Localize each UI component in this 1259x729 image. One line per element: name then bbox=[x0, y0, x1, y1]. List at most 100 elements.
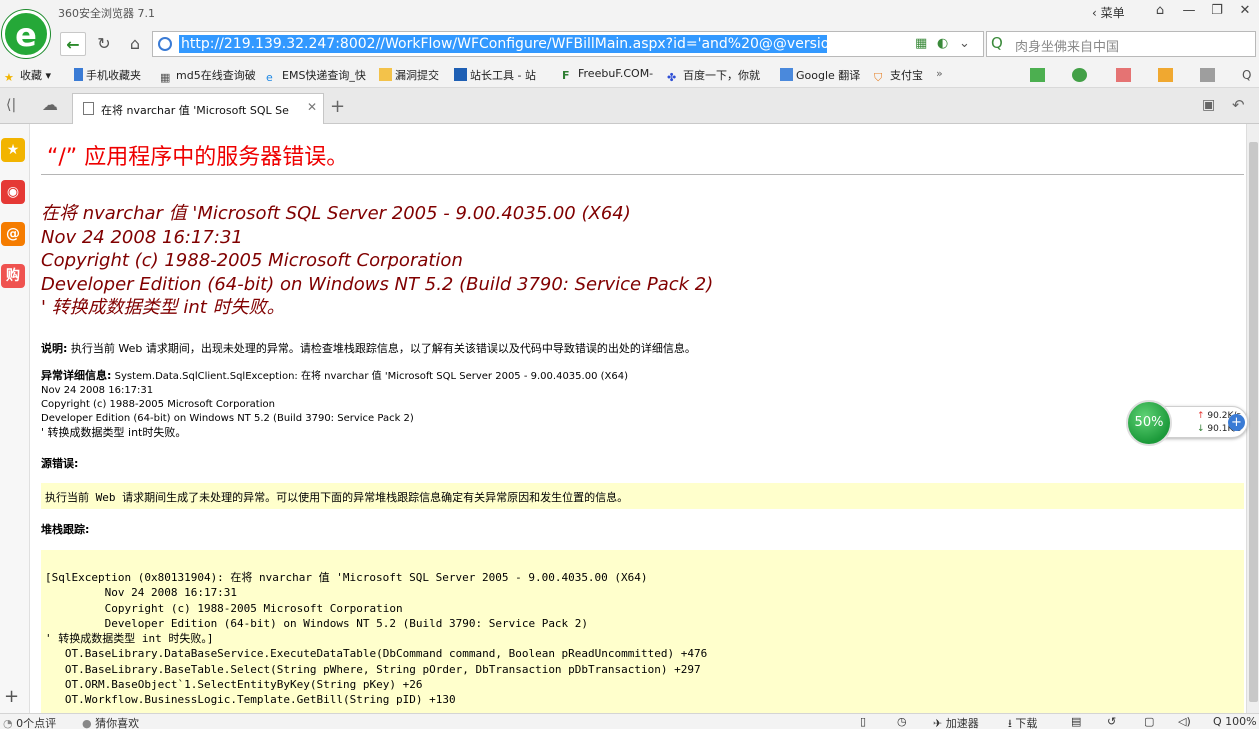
download-arrow-icon: ↓ bbox=[1197, 424, 1205, 434]
bookmark-baidu[interactable]: ✤ 百度一下，你就 bbox=[667, 67, 760, 84]
exception-message: 在将 nvarchar 值 'Microsoft SQL Server 2005… bbox=[41, 202, 713, 320]
bookmark-mobile[interactable]: 手机收藏夹 bbox=[74, 67, 141, 83]
exception-details-line: ' 转换成数据类型 int时失败。 bbox=[41, 426, 187, 439]
tab-close-icon[interactable]: ✕ bbox=[307, 100, 317, 114]
minimize-icon[interactable]: — bbox=[1175, 0, 1203, 22]
stack-trace-box: [SqlException (0x80131904): 在将 nvarchar … bbox=[41, 550, 1244, 713]
stack-trace-line: Copyright (c) 1988-2005 Microsoft Corpor… bbox=[45, 601, 403, 615]
stack-trace-line: ' 转换成数据类型 int 时失败。] bbox=[45, 632, 214, 646]
search-field[interactable]: Q 肉身坐佛来自中国 bbox=[986, 31, 1256, 57]
translate-tool-icon[interactable] bbox=[1116, 68, 1131, 82]
download-icon: ⭳ bbox=[1008, 717, 1012, 729]
zoom-control[interactable]: Q 100% bbox=[1213, 715, 1257, 728]
bookmark-ems[interactable]: e EMS快递查询_快 bbox=[266, 67, 366, 84]
freebuf-icon: F bbox=[562, 69, 570, 82]
translate-icon bbox=[780, 68, 793, 81]
stack-trace-line: Developer Edition (64-bit) on Windows NT… bbox=[45, 616, 589, 630]
email-icon[interactable]: @ bbox=[1, 222, 25, 246]
accelerator-button[interactable]: ✈ 加速器 bbox=[933, 715, 979, 729]
exception-line: Nov 24 2008 16:17:31 bbox=[41, 226, 243, 248]
cloud-icon[interactable]: ☁ bbox=[42, 95, 58, 114]
exception-details-line: Developer Edition (64-bit) on Windows NT… bbox=[41, 413, 414, 424]
title-bar: 360安全浏览器 7.1 ‹ 菜单 ⌂ — ❐ ✕ bbox=[0, 0, 1259, 28]
bookmark-vuln[interactable]: 漏洞提交 bbox=[379, 67, 439, 83]
bookmark-freebuf[interactable]: F FreebuF.COM- bbox=[562, 67, 653, 82]
speed-plus-icon[interactable]: + bbox=[1228, 414, 1245, 431]
url-field[interactable]: http://219.139.32.247:8002//WorkFlow/WFC… bbox=[152, 31, 984, 57]
menu-label: 菜单 bbox=[1100, 6, 1125, 20]
exception-details: 异常详细信息: System.Data.SqlClient.SqlExcepti… bbox=[41, 369, 628, 440]
games-icon[interactable] bbox=[1200, 68, 1215, 82]
close-icon[interactable]: ✕ bbox=[1231, 0, 1259, 22]
downloads-button[interactable]: ⭳ 下载 bbox=[1008, 715, 1037, 729]
memory-ball[interactable]: 50% bbox=[1126, 400, 1172, 446]
undo-close-icon[interactable]: ↶ bbox=[1232, 96, 1245, 114]
description-label: 说明: bbox=[41, 342, 68, 355]
window-icon[interactable]: ▢ bbox=[1144, 715, 1154, 728]
stack-trace-label: 堆栈跟踪: bbox=[41, 523, 90, 536]
apps-icon[interactable] bbox=[1030, 68, 1045, 82]
exception-line: Developer Edition (64-bit) on Windows NT… bbox=[41, 273, 714, 295]
bookmarks-bar: ★ 收藏 ▾ 手机收藏夹 ▦ md5在线查询破 e EMS快递查询_快 漏洞提交 站长… bbox=[0, 62, 1259, 88]
url-dropdown-icon[interactable]: ⌄ bbox=[959, 36, 970, 51]
screenshot-icon[interactable] bbox=[1158, 68, 1173, 82]
accelerator-icon: ✈ bbox=[933, 717, 943, 729]
network-speed-widget[interactable]: ↑ 90.2K/s ↓ 90.1K/s 50% + bbox=[1126, 400, 1252, 446]
stack-trace-line: OT.BaseLibrary.BaseTable.Select(String p… bbox=[45, 662, 701, 676]
tabs-bar: ⟨| ☁ 在将 nvarchar 值 'Microsoft SQL Se ✕ +… bbox=[0, 88, 1259, 124]
document-icon bbox=[83, 102, 94, 115]
tab-list-icon[interactable]: ▣ bbox=[1202, 97, 1215, 113]
favorites-star-icon[interactable]: ★ bbox=[1, 138, 25, 162]
sidebar-add-icon[interactable]: + bbox=[4, 686, 19, 707]
browser-logo-icon: e bbox=[2, 10, 50, 58]
stack-trace-line: Nov 24 2008 16:17:31 bbox=[45, 586, 238, 600]
baidu-paw-icon: ✤ bbox=[667, 71, 677, 84]
bookmark-webmaster[interactable]: 站长工具 - 站 bbox=[454, 67, 536, 83]
comments-status[interactable]: ◔ 0个点评 bbox=[3, 715, 56, 729]
description-text: 执行当前 Web 请求期间，出现未处理的异常。请检查堆栈跟踪信息，以了解有关该错… bbox=[70, 342, 696, 355]
phone-status-icon[interactable]: ▯ bbox=[860, 715, 866, 728]
more-bookmarks-icon[interactable]: » bbox=[936, 67, 943, 80]
source-error-box: 执行当前 Web 请求期间生成了未处理的异常。可以使用下面的异常堆栈跟踪信息确定… bbox=[41, 483, 1244, 509]
grid-icon: ▦ bbox=[160, 71, 171, 84]
layout-icon[interactable]: ▤ bbox=[1071, 715, 1081, 728]
site-globe-icon bbox=[158, 37, 172, 51]
volume-icon[interactable]: ◁) bbox=[1178, 715, 1191, 728]
tab-active[interactable]: 在将 nvarchar 值 'Microsoft SQL Se ✕ bbox=[72, 93, 324, 124]
skin-icon[interactable]: ⌂ bbox=[1146, 0, 1174, 22]
upload-arrow-icon: ↑ bbox=[1197, 411, 1205, 421]
sidebar-toggle-icon[interactable]: ⟨| bbox=[6, 97, 16, 113]
maximize-icon[interactable]: ❐ bbox=[1203, 0, 1231, 22]
back-icon[interactable]: ← bbox=[60, 32, 86, 56]
tool-search-icon[interactable]: Q bbox=[1242, 68, 1257, 82]
bookmark-favorites[interactable]: ★ 收藏 ▾ bbox=[4, 67, 51, 84]
menu-button[interactable]: ‹ 菜单 bbox=[1092, 4, 1125, 21]
source-error-text: 执行当前 Web 请求期间生成了未处理的异常。可以使用下面的异常堆栈跟踪信息确定… bbox=[45, 491, 629, 504]
stack-trace-line: [SqlException (0x80131904): 在将 nvarchar … bbox=[45, 571, 648, 584]
new-tab-icon[interactable]: + bbox=[330, 96, 345, 117]
alipay-icon: ⛉ bbox=[874, 71, 883, 84]
url-text[interactable]: http://219.139.32.247:8002//WorkFlow/WFC… bbox=[179, 35, 827, 53]
ie-icon: e bbox=[266, 71, 273, 84]
bookmark-md5[interactable]: ▦ md5在线查询破 bbox=[160, 67, 256, 84]
compat-mode-icon[interactable]: ◐ bbox=[937, 36, 948, 51]
shopping-icon[interactable]: 购 bbox=[1, 264, 25, 288]
error-title: “/” 应用程序中的服务器错误。 bbox=[47, 145, 349, 170]
weibo-icon[interactable]: ◉ bbox=[1, 180, 25, 204]
refresh-status-icon[interactable]: ↺ bbox=[1107, 715, 1116, 728]
qrcode-icon[interactable]: ▦ bbox=[915, 36, 927, 51]
star-icon: ★ bbox=[4, 71, 14, 84]
search-placeholder: 肉身坐佛来自中国 bbox=[1015, 40, 1120, 55]
security-shield-icon[interactable] bbox=[1072, 68, 1087, 82]
exception-details-line: Nov 24 2008 16:17:31 bbox=[41, 385, 154, 396]
guess-you-like[interactable]: ● 猜你喜欢 bbox=[82, 715, 139, 729]
refresh-icon[interactable]: ↻ bbox=[91, 32, 117, 56]
app-title: 360安全浏览器 7.1 bbox=[58, 7, 155, 20]
bookmark-alipay[interactable]: ⛉ 支付宝 bbox=[874, 67, 923, 84]
home-icon[interactable]: ⌂ bbox=[122, 32, 148, 56]
speedometer-icon[interactable]: ◷ bbox=[897, 715, 907, 728]
bookmark-google-translate[interactable]: Google 翻译 bbox=[780, 67, 860, 83]
comment-icon: ◔ bbox=[3, 717, 13, 729]
memory-percent: 50% bbox=[1134, 415, 1164, 430]
stack-trace-line: OT.ORM.BaseObject`1.SelectEntityByKey(St… bbox=[45, 678, 423, 692]
